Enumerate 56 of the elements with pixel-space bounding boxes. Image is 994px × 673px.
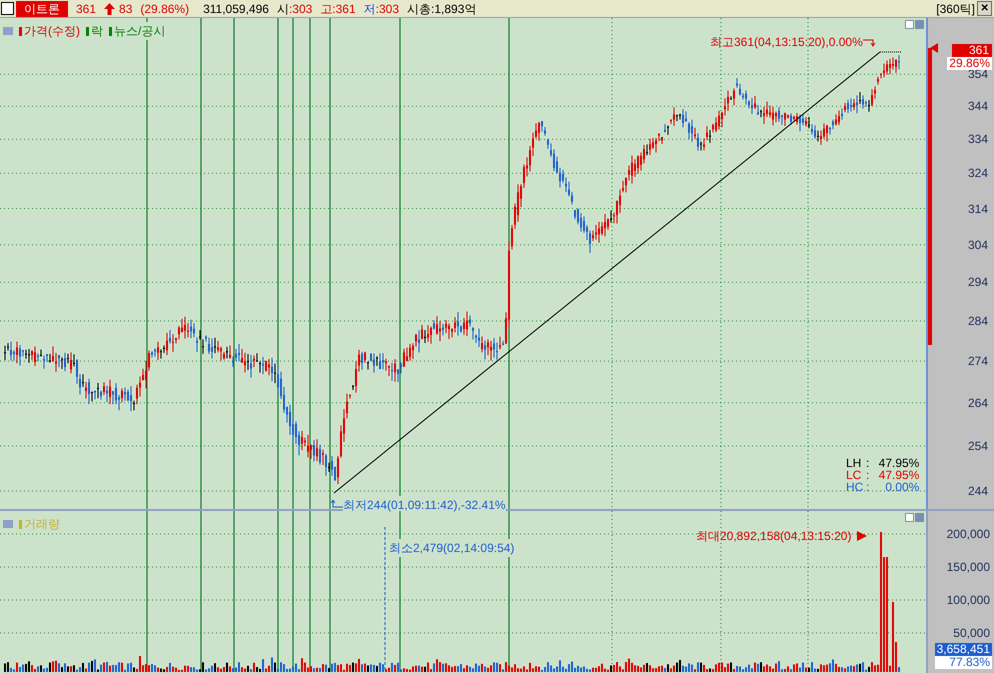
axis-label: 344 xyxy=(968,100,988,112)
axis-label: 264 xyxy=(968,396,988,409)
ratio-separator: : xyxy=(866,481,870,493)
axis-label: 294 xyxy=(968,276,988,288)
hook-arrow-icon xyxy=(862,37,877,47)
period-setting[interactable]: [360틱] xyxy=(936,0,975,18)
axis-label: 324 xyxy=(968,167,988,180)
max-volume-annotation: 최대20,892,158(04,13:15:20) xyxy=(696,528,852,545)
high-label: 고 xyxy=(320,0,332,18)
hook-arrow-icon xyxy=(331,500,343,510)
volume-percent-tag: 77.83% xyxy=(934,656,992,669)
axis-label: 334 xyxy=(968,133,988,146)
axis-label: 200,000 xyxy=(946,528,990,540)
axis-label: 304 xyxy=(968,238,988,251)
axis-label: 100,000 xyxy=(946,594,990,606)
price-change: 83 xyxy=(119,0,132,18)
min-volume-annotation: 최소2,479(02,14:09:54) xyxy=(389,539,514,557)
trade-volume: 311,059,496 xyxy=(203,0,269,18)
axis-label: 50,000 xyxy=(953,627,990,639)
ratio-value: 0.00% xyxy=(884,481,920,493)
ratio-separator: : xyxy=(866,469,870,481)
ratio-value: 47.95% xyxy=(878,469,920,481)
ratio-label: LC xyxy=(846,469,860,481)
market-cap: 시총:1,893억 xyxy=(407,0,476,18)
open-label: 시 xyxy=(276,0,289,18)
axis-label: 244 xyxy=(968,485,988,497)
current-price: 361 xyxy=(76,0,96,18)
axis-label: 150,000 xyxy=(946,561,990,573)
high-annotation: 최고361(04,13:15:20),0.00% xyxy=(710,34,863,51)
low-annotation: 최저244(01,09:11:42),-32.41% xyxy=(343,496,506,514)
current-volume-tag: 3,658,451 xyxy=(934,643,992,656)
current-percent-tag: 29.86% xyxy=(947,57,992,70)
high-value: :361 xyxy=(332,0,356,18)
axis-label: 274 xyxy=(968,355,988,368)
ratio-label: LH xyxy=(846,457,860,469)
axis-label: 354 xyxy=(968,68,988,80)
restore-icon[interactable] xyxy=(905,20,914,29)
close-button[interactable]: ✕ xyxy=(977,1,992,16)
restore-icon[interactable] xyxy=(905,513,914,522)
ratio-value: 47.95% xyxy=(878,457,920,469)
open-value: :303 xyxy=(288,0,312,18)
checkbox[interactable] xyxy=(1,2,14,15)
axis-label: 314 xyxy=(968,202,988,214)
panel-icon[interactable] xyxy=(3,520,13,528)
low-label: 저 xyxy=(364,0,376,18)
change-percent: (29.86%) xyxy=(140,0,190,18)
stock-name: 이트론 xyxy=(16,0,68,16)
panel-icon[interactable] xyxy=(3,27,13,35)
axis-label: 254 xyxy=(968,440,988,452)
flag-icon xyxy=(857,531,868,541)
up-arrow-icon xyxy=(104,2,116,14)
legend-item[interactable]: 뉴스/공시 xyxy=(109,22,166,40)
ratio-separator: : xyxy=(866,457,870,469)
low-value: :303 xyxy=(376,0,400,18)
current-price-tag: 361 xyxy=(952,44,992,57)
axis-label: 284 xyxy=(968,314,988,327)
